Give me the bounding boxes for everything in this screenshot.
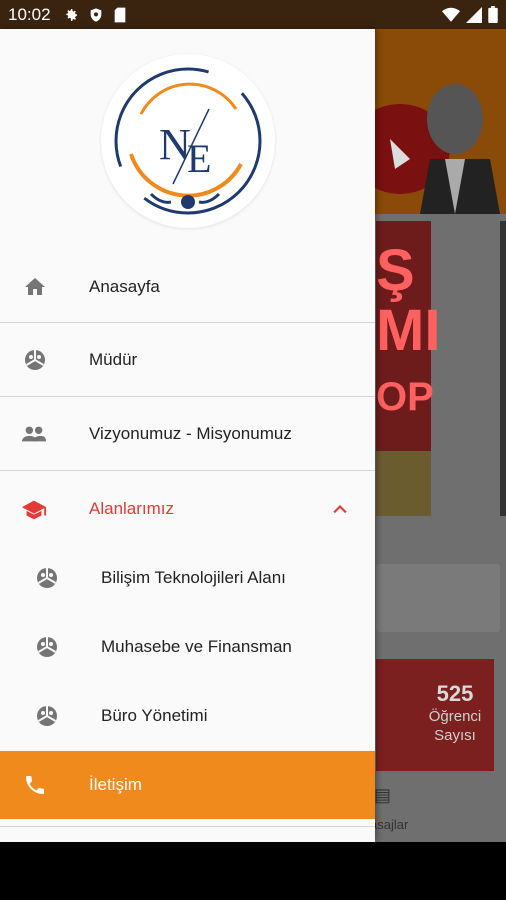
chevron-up-icon[interactable]	[327, 496, 353, 522]
message-icon: ▤	[374, 785, 392, 805]
drawer-item-director[interactable]: Müdür	[0, 335, 375, 385]
wifi-icon	[442, 7, 460, 22]
school-logo: N E	[101, 54, 275, 228]
status-bar: 10:02	[0, 0, 506, 29]
phone-icon	[22, 772, 48, 798]
info-panel	[376, 564, 500, 632]
divider	[0, 826, 375, 827]
navigation-drawer: N E Anasayfa Müdür Vizyonumuz - Misyonum…	[0, 29, 375, 842]
pie-icon	[34, 634, 60, 660]
system-nav-area	[0, 842, 506, 900]
sub-item-office-management[interactable]: Büro Yönetimi	[0, 691, 375, 741]
divider	[0, 470, 375, 471]
svg-text:N: N	[159, 120, 191, 169]
stat-label: Öğrenci Sayısı	[428, 708, 482, 744]
sub-item-it[interactable]: Bilişim Teknolojileri Alanı	[0, 553, 375, 603]
news-card: Ş MI OP	[376, 221, 440, 516]
sub-item-label: Büro Yönetimi	[101, 706, 208, 725]
signal-icon	[466, 6, 482, 23]
drawer-item-label: Anasayfa	[89, 277, 160, 296]
sub-item-label: Muhasebe ve Finansman	[101, 637, 292, 656]
svg-text:E: E	[187, 136, 211, 181]
drawer-item-label: Müdür	[89, 350, 138, 369]
sd-card-icon	[114, 7, 125, 22]
status-time: 10:02	[8, 4, 51, 24]
news-card-edge	[500, 221, 506, 516]
divider	[0, 396, 375, 397]
drawer-item-vision-mission[interactable]: Vizyonumuz - Misyonumuz	[0, 409, 375, 459]
stat-value: 525	[436, 681, 474, 706]
people-icon	[21, 421, 47, 447]
battery-icon	[488, 6, 498, 23]
shield-icon	[90, 7, 101, 22]
sub-item-label: Bilişim Teknolojileri Alanı	[101, 568, 286, 587]
drawer-item-label: Vizyonumuz - Misyonumuz	[89, 424, 292, 443]
home-icon	[22, 274, 48, 300]
graduation-cap-icon	[21, 496, 47, 522]
pie-icon	[34, 703, 60, 729]
drawer-item-departments[interactable]: Alanlarımız	[0, 484, 375, 534]
divider	[0, 322, 375, 323]
sub-item-accounting[interactable]: Muhasebe ve Finansman	[0, 622, 375, 672]
settings-icon	[65, 8, 77, 21]
nav-label: asajlar	[370, 817, 409, 832]
drawer-item-contact[interactable]: İletişim	[0, 751, 375, 819]
stat-card: 525 Öğrenci Sayısı	[376, 659, 494, 771]
drawer-item-label: Alanlarımız	[89, 499, 175, 518]
drawer-item-label: İletişim	[89, 775, 142, 794]
pie-icon	[22, 347, 48, 373]
pie-icon	[34, 565, 60, 591]
drawer-item-home[interactable]: Anasayfa	[0, 262, 375, 312]
